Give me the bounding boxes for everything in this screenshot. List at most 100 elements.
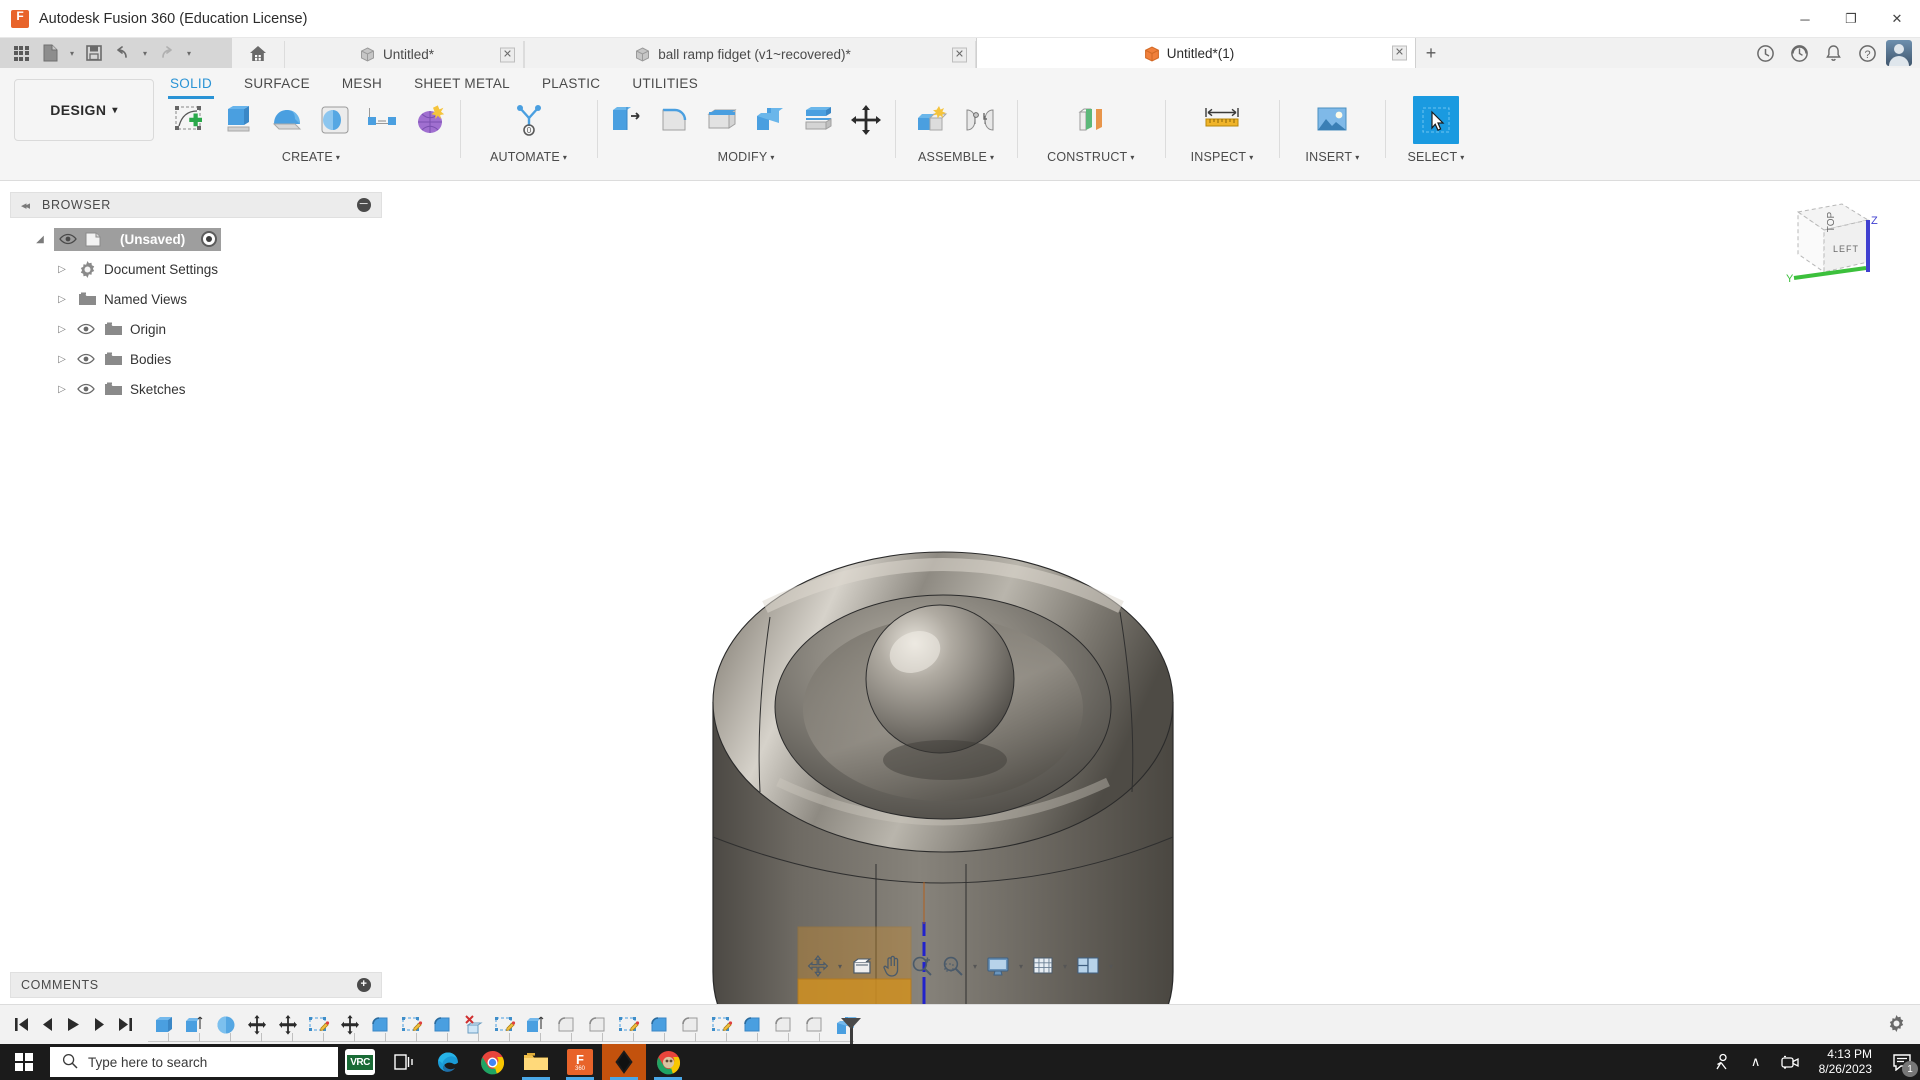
look-at-tool[interactable] — [847, 951, 877, 981]
activate-component-radio[interactable] — [201, 231, 217, 247]
combine-tool[interactable] — [747, 96, 793, 144]
play-button[interactable] — [60, 1010, 86, 1040]
add-comment-icon[interactable]: + — [357, 978, 371, 992]
account-avatar[interactable] — [1886, 40, 1912, 66]
job-status-icon[interactable] — [1750, 38, 1780, 68]
sweep-tool[interactable] — [312, 96, 358, 144]
zoom-tool[interactable] — [907, 951, 937, 981]
tree-item-bodies[interactable]: ▷ Bodies — [10, 344, 382, 374]
go-to-end-button[interactable] — [112, 1010, 138, 1040]
go-to-beginning-button[interactable] — [8, 1010, 34, 1040]
workspace-selector[interactable]: DESIGN ▾ — [14, 79, 154, 141]
taskbar-task-view[interactable] — [382, 1044, 426, 1080]
ribbon-panel-label-modify[interactable]: MODIFY▾ — [718, 150, 775, 164]
new-document-icon[interactable] — [37, 41, 63, 65]
tree-item-origin[interactable]: ▷ Origin — [10, 314, 382, 344]
tree-item-document-settings[interactable]: ▷ Document Settings — [10, 254, 382, 284]
expand-arrow-icon[interactable]: ▷ — [54, 294, 70, 305]
insert-image-tool[interactable] — [1309, 96, 1355, 144]
save-icon[interactable] — [81, 41, 107, 65]
taskbar-vrc[interactable]: VRC — [338, 1044, 382, 1080]
step-forward-button[interactable] — [86, 1010, 112, 1040]
ribbon-tab-plastic[interactable]: PLASTIC — [526, 73, 616, 96]
ribbon-tab-mesh[interactable]: MESH — [326, 73, 398, 96]
camera-icon[interactable] — [1773, 1044, 1807, 1080]
revolve-tool[interactable] — [264, 96, 310, 144]
minimize-button[interactable]: ─ — [1782, 0, 1828, 38]
grid-snaps-caret-icon[interactable]: ▾ — [1059, 962, 1071, 971]
show-hidden-icons-chevron[interactable]: ∧ — [1739, 1044, 1773, 1080]
visibility-eye-icon[interactable] — [58, 233, 78, 245]
step-back-button[interactable] — [34, 1010, 60, 1040]
ribbon-panel-label-inspect[interactable]: INSPECT▾ — [1191, 150, 1254, 164]
rectangular-pattern-tool[interactable] — [360, 96, 406, 144]
visibility-eye-icon[interactable] — [76, 323, 96, 335]
undo-caret-icon[interactable]: ▾ — [139, 41, 151, 65]
redo-icon[interactable] — [154, 41, 180, 65]
expand-arrow-icon[interactable]: ▷ — [54, 264, 70, 275]
document-tab-close-icon[interactable]: ✕ — [952, 47, 967, 62]
ribbon-panel-label-construct[interactable]: CONSTRUCT▾ — [1047, 150, 1135, 164]
visibility-eye-icon[interactable] — [76, 383, 96, 395]
automated-modeling-tool[interactable]: 0 — [506, 96, 552, 144]
viewports-caret-icon[interactable]: ▾ — [1105, 962, 1117, 971]
orbit-caret-icon[interactable]: ▾ — [834, 962, 846, 971]
expand-arrow-icon[interactable]: ▷ — [54, 354, 70, 365]
new-document-caret-icon[interactable]: ▾ — [66, 41, 78, 65]
ribbon-panel-label-insert[interactable]: INSERT▾ — [1305, 150, 1359, 164]
move-copy-tool[interactable] — [843, 96, 889, 144]
document-tab-untitled[interactable]: Untitled* ✕ — [284, 41, 524, 68]
fit-caret-icon[interactable]: ▾ — [969, 962, 981, 971]
offset-plane-tool[interactable] — [1068, 96, 1114, 144]
tree-item-named-views[interactable]: ▷ Named Views — [10, 284, 382, 314]
taskbar-fusion360[interactable]: F 360 — [558, 1044, 602, 1080]
undo-icon[interactable] — [110, 41, 136, 65]
home-tab-button[interactable] — [232, 38, 284, 68]
app-grid-icon[interactable] — [8, 41, 34, 65]
grid-snaps[interactable] — [1028, 951, 1058, 981]
timeline-settings-icon[interactable] — [1887, 1014, 1906, 1036]
timeline-track[interactable] — [148, 1030, 1920, 1042]
view-cube[interactable]: TOP LEFT Y Z — [1772, 190, 1880, 294]
new-component-tool[interactable] — [909, 96, 955, 144]
ribbon-tab-utilities[interactable]: UTILITIES — [616, 73, 714, 96]
expand-arrow-icon[interactable]: ◢ — [32, 234, 48, 245]
split-face-tool[interactable] — [795, 96, 841, 144]
taskbar-chrome[interactable] — [470, 1044, 514, 1080]
expand-arrow-icon[interactable]: ▷ — [54, 384, 70, 395]
taskbar-chrome-2[interactable] — [646, 1044, 690, 1080]
ribbon-panel-label-select[interactable]: SELECT▾ — [1407, 150, 1464, 164]
people-icon[interactable] — [1705, 1044, 1739, 1080]
document-tab-untitled-1[interactable]: Untitled*(1) ✕ — [976, 38, 1416, 68]
form-sphere-icon[interactable] — [408, 96, 454, 144]
ribbon-panel-label-automate[interactable]: AUTOMATE▾ — [490, 150, 567, 164]
measure-tool[interactable] — [1199, 96, 1245, 144]
document-tab-close-icon[interactable]: ✕ — [500, 47, 515, 62]
action-center-button[interactable]: 1 — [1884, 1044, 1920, 1080]
taskbar-fusion-active[interactable] — [602, 1044, 646, 1080]
display-settings[interactable] — [982, 951, 1014, 981]
ribbon-panel-label-assemble[interactable]: ASSEMBLE▾ — [918, 150, 994, 164]
tree-item-unsaved[interactable]: ◢ (Unsaved) — [10, 224, 382, 254]
close-button[interactable]: ✕ — [1874, 0, 1920, 38]
select-tool[interactable] — [1413, 96, 1459, 144]
collapse-panel-icon[interactable]: ◂◂ — [21, 199, 28, 212]
taskbar-edge[interactable] — [426, 1044, 470, 1080]
pan-tool[interactable] — [878, 951, 906, 981]
document-tab-close-icon[interactable]: ✕ — [1392, 46, 1407, 61]
notifications-icon[interactable] — [1818, 38, 1848, 68]
joint-tool[interactable] — [957, 96, 1003, 144]
ribbon-tab-surface[interactable]: SURFACE — [228, 73, 326, 96]
visibility-eye-icon[interactable] — [76, 353, 96, 365]
tree-item-sketches[interactable]: ▷ Sketches — [10, 374, 382, 404]
ribbon-tab-solid[interactable]: SOLID — [154, 73, 228, 96]
create-sketch-tool[interactable] — [168, 96, 214, 144]
ribbon-tab-sheet-metal[interactable]: SHEET METAL — [398, 73, 526, 96]
browser-minimize-icon[interactable]: ─ — [357, 198, 371, 212]
taskbar-clock[interactable]: 4:13 PM 8/26/2023 — [1807, 1044, 1884, 1080]
viewports[interactable] — [1072, 951, 1104, 981]
extrude-tool[interactable] — [216, 96, 262, 144]
fit-tool[interactable] — [938, 951, 968, 981]
orbit-tool[interactable] — [803, 951, 833, 981]
press-pull-tool[interactable] — [603, 96, 649, 144]
